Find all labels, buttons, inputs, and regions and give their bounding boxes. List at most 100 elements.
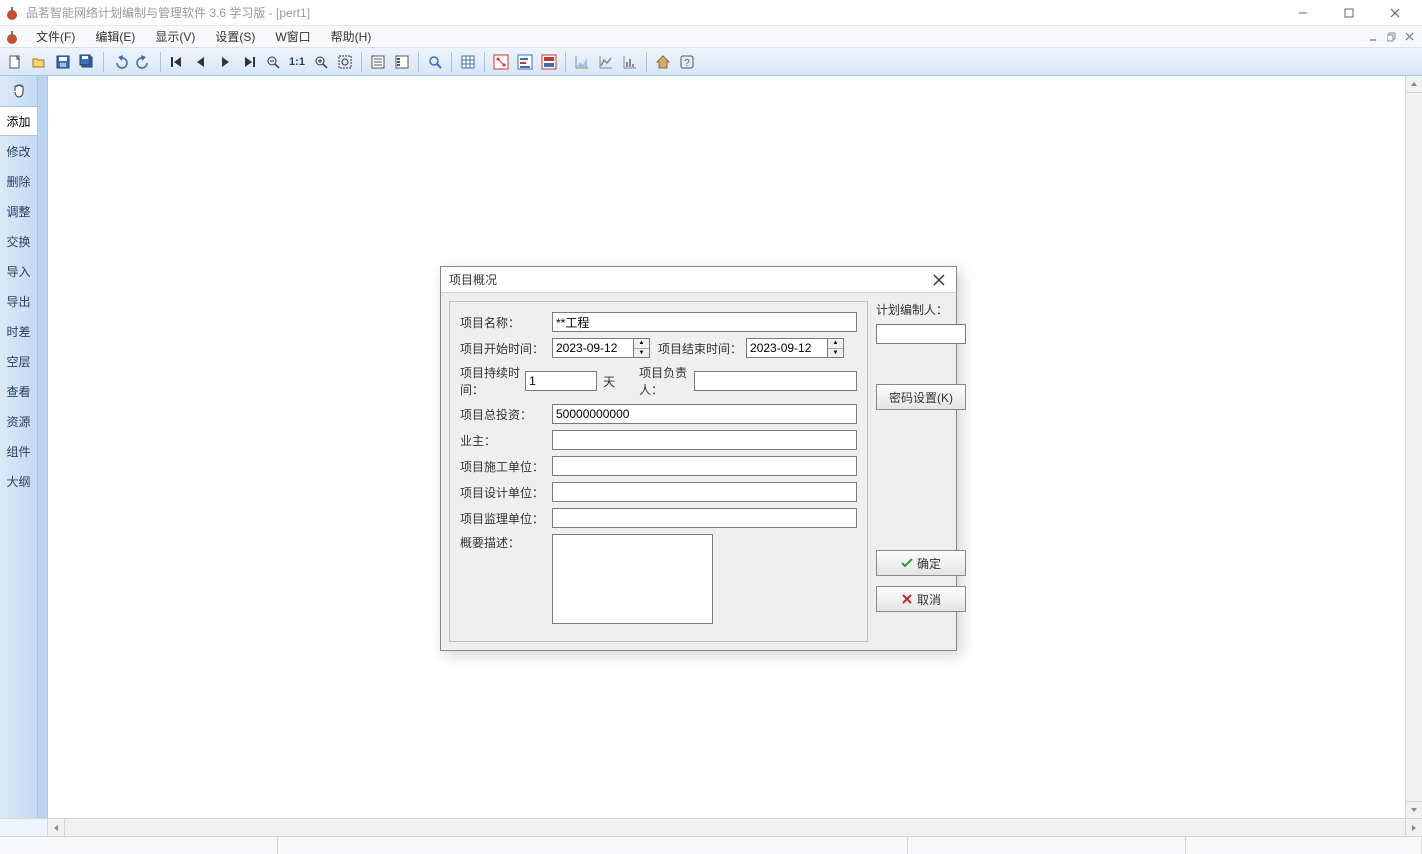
- tool-slack[interactable]: 时差: [0, 316, 37, 346]
- help-icon[interactable]: ?: [676, 51, 698, 73]
- nav-first-icon[interactable]: [166, 51, 188, 73]
- find-icon[interactable]: [424, 51, 446, 73]
- start-date-spinner[interactable]: ▲▼: [634, 338, 650, 358]
- menu-file[interactable]: 文件(F): [26, 26, 85, 47]
- menu-help[interactable]: 帮助(H): [321, 26, 382, 47]
- tool-swap[interactable]: 交换: [0, 226, 37, 256]
- minimize-button[interactable]: [1280, 0, 1326, 26]
- supervisor-input[interactable]: [552, 508, 857, 528]
- status-cell-1: [0, 837, 278, 854]
- manager-input[interactable]: [694, 371, 857, 391]
- tool-add[interactable]: 添加: [0, 106, 37, 136]
- designer-input[interactable]: [552, 482, 857, 502]
- tool-export[interactable]: 导出: [0, 286, 37, 316]
- tool-delete[interactable]: 删除: [0, 166, 37, 196]
- doc-minimize-icon[interactable]: [1366, 30, 1382, 44]
- dialog-right-column: 计划编制人： 密码设置(K) 确定 取消: [876, 301, 966, 642]
- tool-modify[interactable]: 修改: [0, 136, 37, 166]
- scroll-up-icon[interactable]: [1406, 76, 1422, 93]
- open-file-icon[interactable]: [28, 51, 50, 73]
- nav-prev-icon[interactable]: [190, 51, 212, 73]
- zoom-in-icon[interactable]: [310, 51, 332, 73]
- tool-import[interactable]: 导入: [0, 256, 37, 286]
- end-date-input[interactable]: [746, 338, 828, 358]
- status-cell-2: [278, 837, 908, 854]
- owner-input[interactable]: [552, 430, 857, 450]
- check-icon: [901, 557, 913, 569]
- vertical-scrollbar[interactable]: [1405, 76, 1422, 818]
- summary-textarea[interactable]: [552, 534, 713, 624]
- spin-down-icon[interactable]: ▼: [828, 349, 843, 358]
- dialog-close-icon[interactable]: [930, 271, 948, 289]
- home-icon[interactable]: [652, 51, 674, 73]
- chart2-icon[interactable]: [595, 51, 617, 73]
- grid-icon[interactable]: [457, 51, 479, 73]
- mode-network-icon[interactable]: [490, 51, 512, 73]
- password-button-label: 密码设置(K): [889, 389, 953, 406]
- status-cell-4: [1186, 837, 1422, 854]
- project-name-input[interactable]: [552, 312, 857, 332]
- close-button[interactable]: [1372, 0, 1418, 26]
- tool-view[interactable]: 查看: [0, 376, 37, 406]
- label-name: 项目名称：: [460, 314, 552, 331]
- maximize-button[interactable]: [1326, 0, 1372, 26]
- scroll-corner: [0, 819, 48, 836]
- list-icon[interactable]: [391, 51, 413, 73]
- status-bar: [0, 836, 1422, 854]
- password-settings-button[interactable]: 密码设置(K): [876, 384, 966, 410]
- end-date-spinner[interactable]: ▲▼: [828, 338, 844, 358]
- menu-edit[interactable]: 编辑(E): [85, 26, 145, 47]
- dialog-form: 项目名称： 项目开始时间： ▲▼ 项目结束时间： ▲▼ 项目持续时间： 天 项目…: [449, 301, 868, 642]
- title-bar: 品茗智能网络计划编制与管理软件 3.6 学习版 - [pert1]: [0, 0, 1422, 26]
- mode-bar-icon[interactable]: [514, 51, 536, 73]
- redo-icon[interactable]: [133, 51, 155, 73]
- spin-up-icon[interactable]: ▲: [828, 339, 843, 349]
- properties-icon[interactable]: [367, 51, 389, 73]
- scroll-right-icon[interactable]: [1405, 819, 1422, 836]
- label-start: 项目开始时间：: [460, 340, 552, 357]
- save-icon[interactable]: [52, 51, 74, 73]
- x-icon: [901, 593, 913, 605]
- tool-hand[interactable]: [0, 76, 37, 106]
- start-date-input[interactable]: [552, 338, 634, 358]
- chart3-icon[interactable]: [619, 51, 641, 73]
- constructor-input[interactable]: [552, 456, 857, 476]
- tool-resource[interactable]: 资源: [0, 406, 37, 436]
- cancel-button[interactable]: 取消: [876, 586, 966, 612]
- new-file-icon[interactable]: [4, 51, 26, 73]
- zoom-11-button[interactable]: 1:1: [286, 51, 308, 73]
- dialog-title: 项目概况: [449, 271, 930, 288]
- spin-up-icon[interactable]: ▲: [634, 339, 649, 349]
- undo-icon[interactable]: [109, 51, 131, 73]
- horizontal-scrollbar-row: [0, 818, 1422, 836]
- tool-layer[interactable]: 空层: [0, 346, 37, 376]
- tool-adjust[interactable]: 调整: [0, 196, 37, 226]
- cancel-button-label: 取消: [917, 591, 941, 608]
- duration-input[interactable]: [525, 371, 597, 391]
- nav-last-icon[interactable]: [238, 51, 260, 73]
- mode-mixed-icon[interactable]: [538, 51, 560, 73]
- menu-window[interactable]: W窗口: [265, 26, 320, 47]
- menu-view[interactable]: 显示(V): [145, 26, 205, 47]
- spin-down-icon[interactable]: ▼: [634, 349, 649, 358]
- label-planner: 计划编制人：: [876, 301, 966, 318]
- scroll-down-icon[interactable]: [1406, 801, 1422, 818]
- doc-restore-icon[interactable]: [1384, 30, 1400, 44]
- scroll-left-icon[interactable]: [48, 819, 65, 836]
- chart1-icon[interactable]: [571, 51, 593, 73]
- nav-next-icon[interactable]: [214, 51, 236, 73]
- window-title: 品茗智能网络计划编制与管理软件 3.6 学习版 - [pert1]: [26, 4, 1280, 21]
- zoom-fit-icon[interactable]: [334, 51, 356, 73]
- save-all-icon[interactable]: [76, 51, 98, 73]
- doc-close-icon[interactable]: [1402, 30, 1418, 44]
- tool-component[interactable]: 组件: [0, 436, 37, 466]
- label-duration: 项目持续时间：: [460, 364, 525, 398]
- planner-input[interactable]: [876, 324, 966, 344]
- menu-settings[interactable]: 设置(S): [205, 26, 265, 47]
- ok-button[interactable]: 确定: [876, 550, 966, 576]
- investment-input[interactable]: [552, 404, 857, 424]
- hscroll-track[interactable]: [65, 819, 1405, 836]
- dialog-title-bar[interactable]: 项目概况: [441, 267, 956, 293]
- tool-outline[interactable]: 大纲: [0, 466, 37, 496]
- zoom-out-icon[interactable]: [262, 51, 284, 73]
